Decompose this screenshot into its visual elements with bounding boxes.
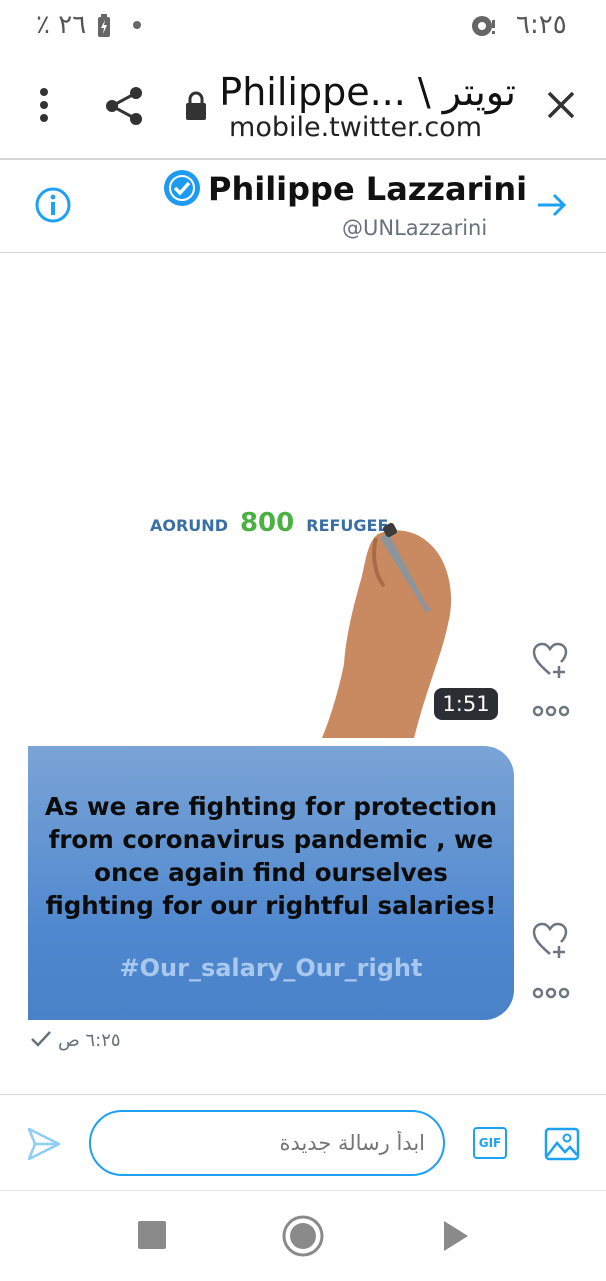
- send-icon[interactable]: [26, 1126, 62, 1162]
- image-text-line: fighting for our rightful salaries!: [45, 891, 497, 920]
- more-vert-icon[interactable]: [36, 86, 52, 124]
- image-message[interactable]: As we are fighting for protection from c…: [28, 746, 514, 1020]
- gif-button[interactable]: GIF: [473, 1127, 507, 1159]
- clock: ٦:٢٥: [516, 10, 567, 40]
- image-text-block: As we are fighting for protection from c…: [28, 790, 514, 922]
- battery-percent: ٪ ٢٦: [36, 10, 87, 40]
- home-button[interactable]: [282, 1215, 324, 1257]
- system-nav-bar: [0, 1190, 606, 1281]
- more-options-icon[interactable]: [532, 986, 570, 1000]
- like-add-icon[interactable]: [530, 920, 570, 960]
- image-text-line: As we are fighting for protection: [44, 792, 498, 821]
- sent-check-icon: [31, 1031, 51, 1047]
- lock-icon: [186, 91, 206, 120]
- image-text-line: once again find ourselves: [94, 858, 448, 887]
- share-icon[interactable]: [104, 86, 144, 126]
- battery-icon: [98, 14, 110, 37]
- conversation-header: Philippe Lazzarini @UNLazzarini: [0, 160, 606, 253]
- image-text-line: from coronavirus pandemic , we: [48, 825, 494, 854]
- data-saver-icon: [472, 16, 495, 36]
- image-attach-icon[interactable]: [544, 1126, 580, 1162]
- status-bar: ٪ ٢٦ ٦:٢٥: [0, 0, 606, 52]
- notification-dot-icon: [133, 21, 141, 29]
- arrow-right-icon[interactable]: [536, 190, 568, 220]
- video-text-number: 800: [239, 508, 295, 538]
- video-duration-badge: 1:51: [434, 688, 498, 720]
- back-button[interactable]: [442, 1219, 470, 1253]
- image-hashtag: #Our_salary_Our_right: [119, 954, 423, 982]
- message-input[interactable]: [89, 1110, 445, 1176]
- recents-button[interactable]: [138, 1221, 166, 1249]
- verified-badge-icon: [164, 170, 200, 206]
- more-options-icon[interactable]: [532, 704, 570, 718]
- conversation-name[interactable]: Philippe Lazzarini: [208, 170, 527, 208]
- url-host[interactable]: mobile.twitter.com: [229, 112, 482, 143]
- message-timestamp: ٦:٢٥ ص: [58, 1030, 121, 1051]
- conversation-handle: @UNLazzarini: [342, 216, 488, 240]
- page-title[interactable]: Philippe... \ تويتر: [219, 70, 516, 114]
- video-message[interactable]: AORUND 800 REFUGEE: [28, 254, 514, 738]
- info-icon[interactable]: [34, 186, 72, 224]
- close-icon[interactable]: [546, 90, 576, 120]
- video-text-left: AORUND: [150, 516, 228, 535]
- like-add-icon[interactable]: [530, 640, 570, 680]
- browser-toolbar: Philippe... \ تويتر mobile.twitter.com: [0, 52, 606, 158]
